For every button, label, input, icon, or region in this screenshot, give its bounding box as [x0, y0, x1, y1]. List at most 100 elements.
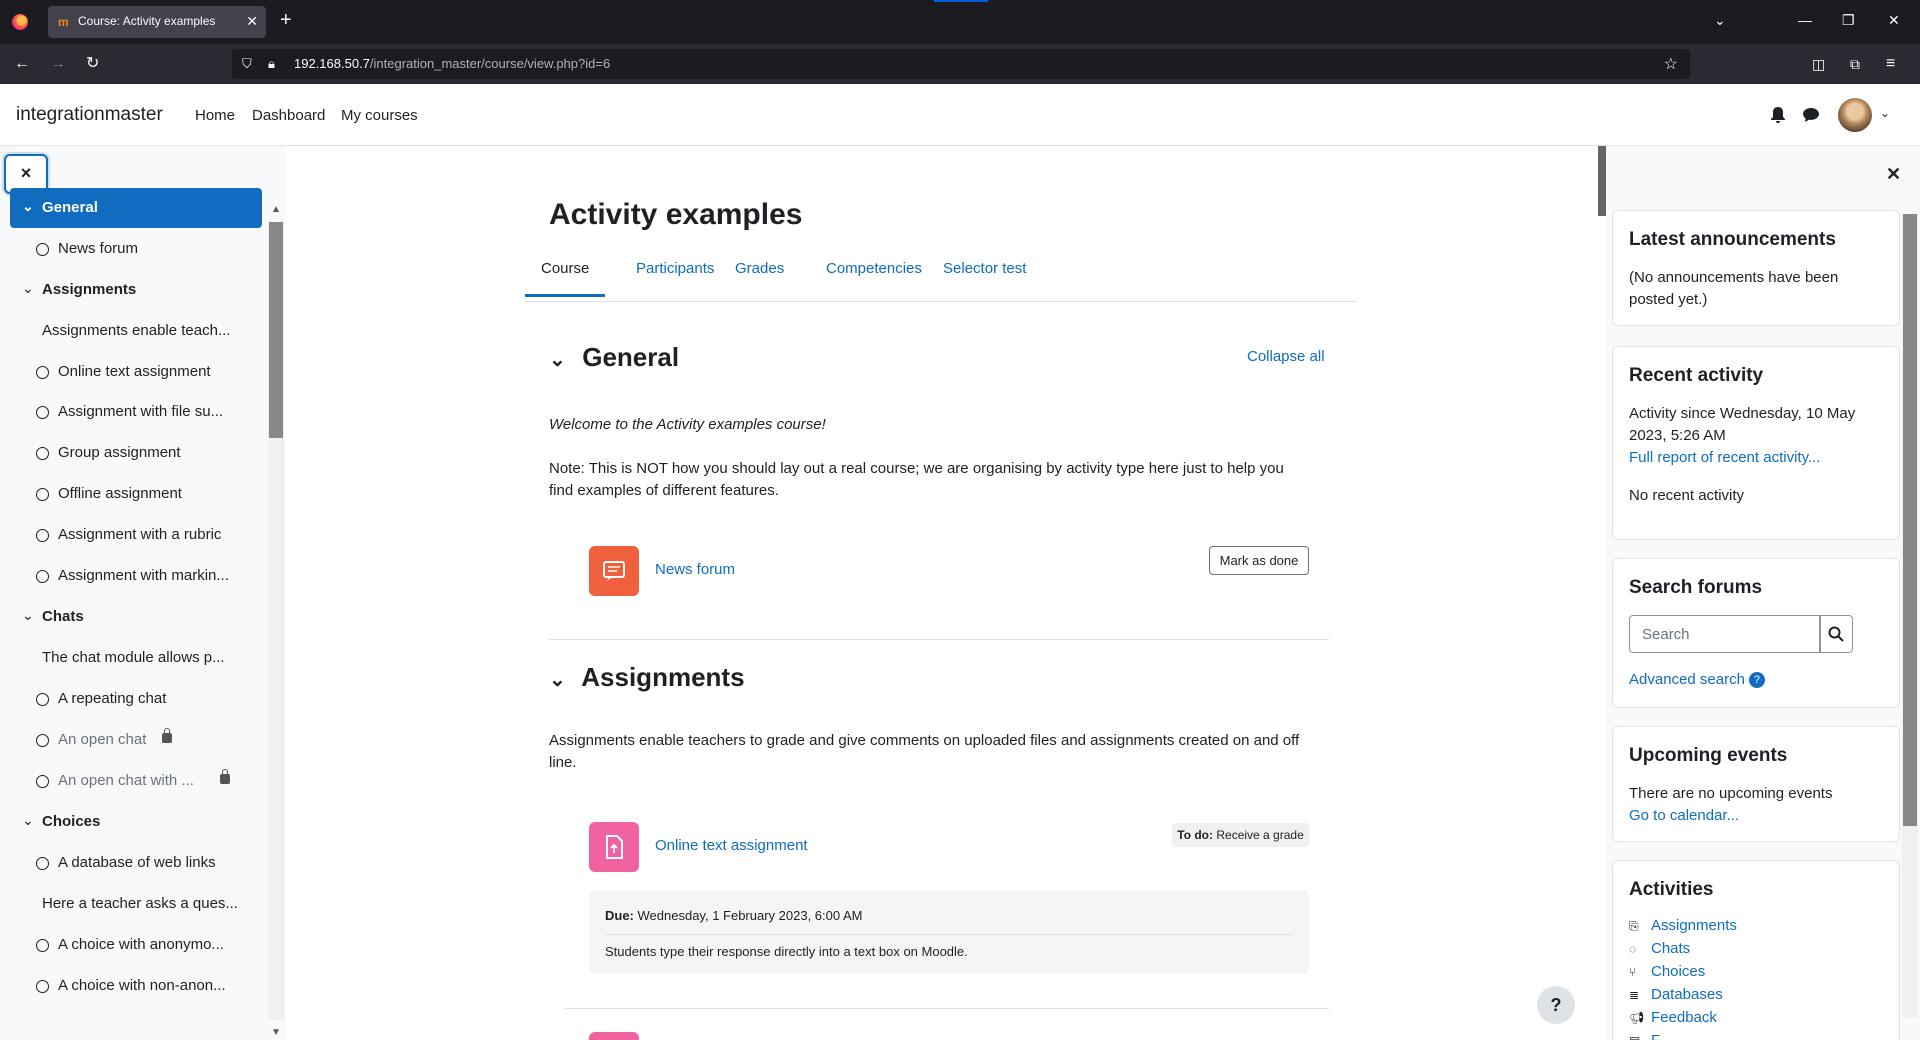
course-index-item[interactable]: A repeating chat	[10, 679, 262, 719]
scroll-up-icon[interactable]: ▲	[271, 204, 281, 215]
scrollbar-thumb[interactable]	[269, 222, 283, 438]
restore-icon[interactable]: ❐	[1842, 12, 1855, 29]
tab-participants[interactable]: Participants	[636, 260, 714, 277]
search-input[interactable]: Search	[1629, 615, 1821, 653]
activity-link[interactable]: Assignments	[1651, 917, 1737, 934]
url-text[interactable]: 192.168.50.7/integration_master/course/v…	[294, 56, 610, 71]
help-button[interactable]: ?	[1537, 986, 1575, 1024]
url-path: /integration_master/course/view.php?id=6	[369, 56, 611, 71]
online-text-assignment-link[interactable]: Online text assignment	[655, 837, 808, 854]
new-tab-icon[interactable]: +	[280, 10, 292, 30]
activities-list-item[interactable]: 📢︎ Feedback	[1629, 1009, 1717, 1026]
browser-tab[interactable]: m Course: Activity examples ✕	[48, 6, 266, 38]
menu-icon[interactable]: ≡	[1886, 54, 1895, 74]
tab-selector-test[interactable]: Selector test	[943, 260, 1026, 277]
user-avatar[interactable]	[1838, 98, 1872, 132]
course-index-item[interactable]: A database of web links	[10, 843, 262, 883]
advanced-search-link[interactable]: Advanced search	[1629, 671, 1745, 688]
course-index-item[interactable]: Assignment with markin...	[10, 556, 262, 596]
bookmark-star-icon[interactable]: ☆	[1664, 54, 1678, 74]
scroll-down-icon[interactable]: ▼	[271, 1027, 281, 1038]
tab-competencies[interactable]: Competencies	[826, 260, 922, 277]
help-icon[interactable]: ?	[1748, 672, 1765, 689]
course-index-item[interactable]: Assignments enable teach...	[10, 311, 262, 351]
activities-list-item[interactable]: ▤ F...	[1629, 1032, 1671, 1040]
activities-list-item[interactable]: ≣ Databases	[1629, 986, 1723, 1003]
course-index-item[interactable]: News forum	[10, 229, 262, 269]
section-assignments-heading[interactable]: ⌄ Assignments	[549, 662, 745, 693]
close-window-icon[interactable]: ✕	[1888, 12, 1900, 29]
search-button[interactable]	[1819, 615, 1853, 653]
activity-link[interactable]: Chats	[1651, 940, 1690, 957]
course-index-item[interactable]: The chat module allows p...	[10, 638, 262, 678]
lock-icon[interactable]: 🔒︎	[268, 56, 275, 72]
minimize-icon[interactable]: —	[1798, 12, 1812, 28]
nav-dashboard[interactable]: Dashboard	[252, 107, 325, 124]
activities-list-item[interactable]: ⎘ Assignments	[1629, 917, 1737, 934]
activities-list-item[interactable]: ◌ Chats	[1629, 940, 1690, 957]
nav-home[interactable]: Home	[195, 107, 235, 124]
list-all-tabs-icon[interactable]: ⌄	[1714, 12, 1726, 29]
course-index-item[interactable]: Here a teacher asks a ques...	[10, 884, 262, 924]
user-menu-chevron-icon[interactable]: ⌄	[1880, 106, 1890, 120]
advanced-search: Advanced search?	[1629, 669, 1885, 691]
page-title: Activity examples	[549, 198, 803, 231]
course-index-section[interactable]: ⌄ General	[10, 188, 262, 228]
course-index-item[interactable]: Assignment with file su...	[10, 392, 262, 432]
go-to-calendar-link[interactable]: Go to calendar...	[1629, 805, 1885, 827]
extensions-icon[interactable]: ⧉	[1850, 54, 1860, 74]
messages-icon[interactable]	[1802, 106, 1820, 124]
reload-icon[interactable]: ↻	[86, 54, 99, 74]
section-general-heading[interactable]: ⌄ General	[549, 342, 679, 373]
activity-divider	[565, 1008, 1329, 1009]
tab-course[interactable]: Course	[525, 260, 606, 297]
course-index-item[interactable]: Offline assignment	[10, 474, 262, 514]
firefox-icon[interactable]	[12, 14, 28, 30]
page-scrollbar-thumb[interactable]	[1598, 146, 1606, 216]
main-content: Activity examples Course Participants Gr…	[285, 146, 1599, 1040]
course-index-item[interactable]: An open chat with ...	[10, 761, 262, 801]
chevron-down-icon[interactable]: ⌄	[22, 812, 34, 829]
full-report-link[interactable]: Full report of recent activity...	[1629, 447, 1885, 469]
course-index-item[interactable]: Group assignment	[10, 433, 262, 473]
course-index-scrollbar[interactable]: ▲ ▼	[268, 204, 284, 1038]
course-index-item[interactable]: Assignment with a rubric	[10, 515, 262, 555]
url-bar[interactable]: ⛉ 🔒︎ 192.168.50.7/integration_master/cou…	[232, 49, 1690, 79]
activity-link[interactable]: Choices	[1651, 963, 1705, 980]
back-icon[interactable]: ←	[14, 54, 30, 74]
scrollbar-thumb[interactable]	[1903, 214, 1917, 826]
pocket-icon[interactable]: ◫	[1812, 54, 1825, 74]
block-drawer-scrollbar[interactable]	[1902, 214, 1918, 1018]
course-index-item[interactable]: Online text assignment	[10, 352, 262, 392]
activity-link[interactable]: Feedback	[1651, 1009, 1717, 1026]
shield-icon[interactable]: ⛉	[242, 56, 252, 72]
close-tab-icon[interactable]: ✕	[246, 13, 258, 30]
course-index-section[interactable]: ⌄ Assignments	[10, 270, 262, 310]
mark-as-done-button[interactable]: Mark as done	[1209, 546, 1309, 575]
course-index-section[interactable]: ⌄ Choices	[10, 802, 262, 842]
tab-grades[interactable]: Grades	[735, 260, 784, 277]
close-block-drawer-icon[interactable]: ✕	[1886, 164, 1901, 185]
lock-icon	[162, 728, 172, 743]
section-divider	[549, 639, 1329, 640]
forward-icon[interactable]: →	[50, 54, 66, 74]
collapse-all-link[interactable]: Collapse all	[1247, 348, 1325, 365]
browser-tabbar: m Course: Activity examples ✕ + ⌄ — ❐ ✕	[0, 0, 1920, 44]
activity-link[interactable]: Databases	[1651, 986, 1723, 1003]
course-index-item[interactable]: An open chat	[10, 720, 262, 760]
activities-list-item[interactable]: ⑂ Choices	[1629, 963, 1705, 980]
notification-bell-icon[interactable]	[1770, 106, 1786, 124]
course-index-item[interactable]: A choice with anonymo...	[10, 925, 262, 965]
due-divider	[605, 934, 1293, 935]
course-index-item[interactable]: A choice with non-anon...	[10, 966, 262, 1006]
chevron-down-icon[interactable]: ⌄	[549, 667, 575, 692]
site-brand[interactable]: integrationmaster	[16, 104, 163, 126]
nav-my-courses[interactable]: My courses	[341, 107, 418, 124]
chevron-down-icon[interactable]: ⌄	[22, 607, 34, 624]
chevron-down-icon[interactable]: ⌄	[549, 347, 575, 372]
news-forum-link[interactable]: News forum	[655, 561, 735, 578]
course-index-section[interactable]: ⌄ Chats	[10, 597, 262, 637]
chevron-down-icon[interactable]: ⌄	[22, 280, 34, 297]
activity-link[interactable]: F...	[1651, 1032, 1671, 1040]
chevron-down-icon[interactable]: ⌄	[22, 198, 34, 215]
